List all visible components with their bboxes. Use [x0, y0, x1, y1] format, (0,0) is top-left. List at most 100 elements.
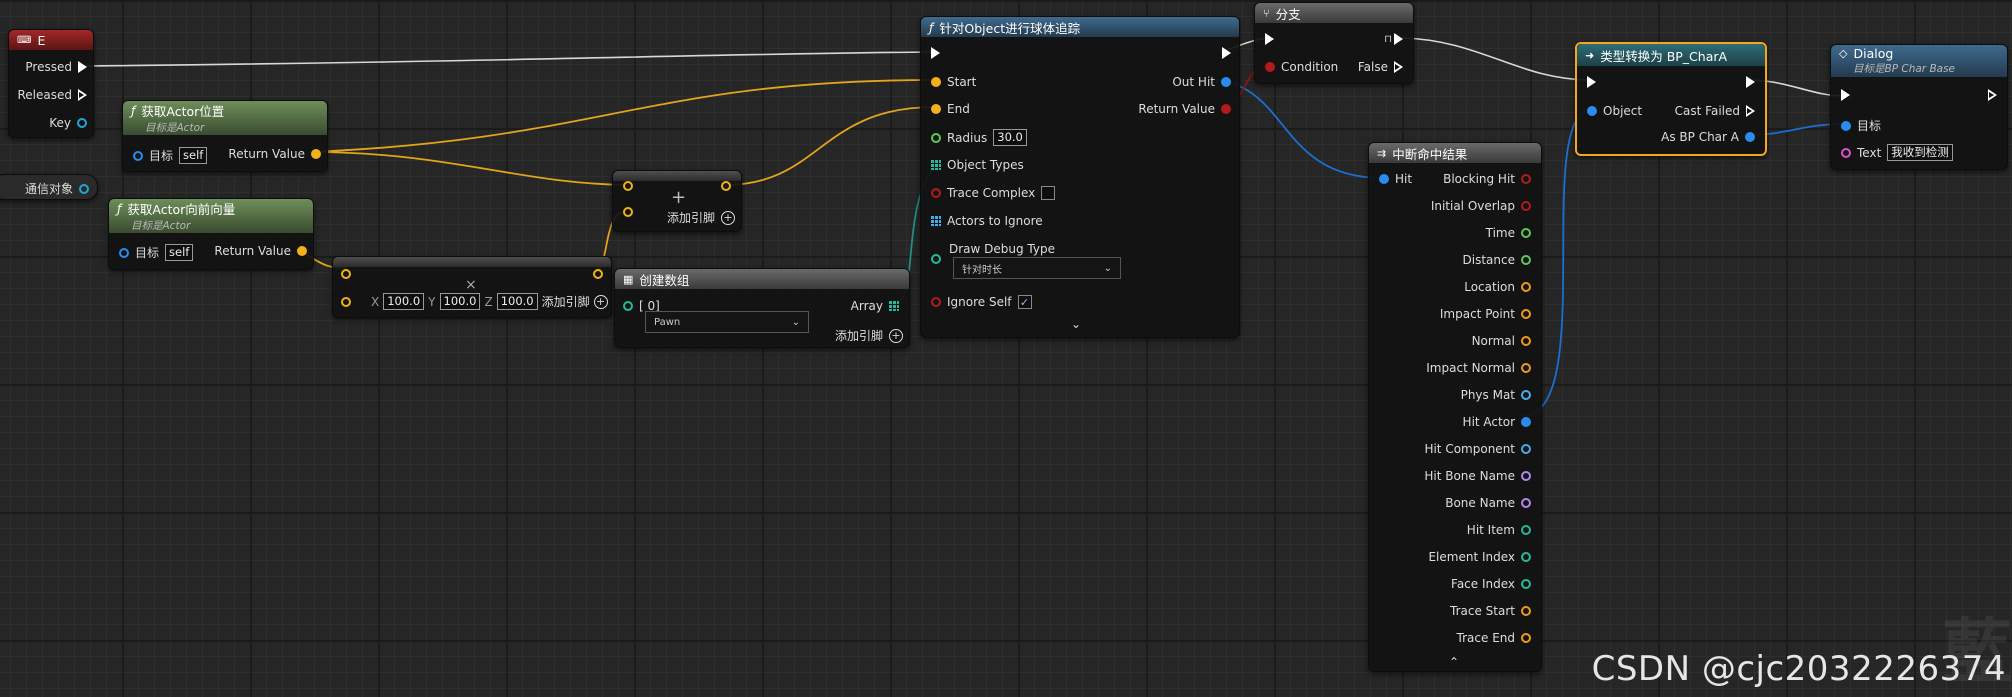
output-pin-icon[interactable]	[1521, 579, 1531, 589]
object-pin-icon[interactable]	[133, 150, 143, 161]
pin-trace-start[interactable]: Trace Start	[1450, 604, 1531, 618]
add-pin-button[interactable]: + 添加引脚	[835, 327, 903, 344]
float-pin-icon[interactable]	[931, 132, 941, 143]
pin-out-hit[interactable]: Out Hit	[1172, 75, 1231, 89]
text-value[interactable]: 我收到检测	[1887, 144, 1953, 161]
target-value[interactable]: self	[179, 147, 208, 164]
pin-text[interactable]: Text 我收到检测	[1841, 144, 1953, 161]
object-type-pin-icon[interactable]	[623, 301, 633, 311]
output-pin-icon[interactable]	[1521, 444, 1531, 454]
vector-pin-icon[interactable]	[623, 181, 633, 191]
pin-a[interactable]	[341, 269, 351, 279]
pin-array[interactable]: Array	[851, 299, 899, 313]
object-type-dropdown[interactable]: Pawn ⌄	[645, 311, 809, 333]
pin-hit-component[interactable]: Hit Component	[1424, 442, 1531, 456]
x-value[interactable]: 100.0	[383, 293, 425, 310]
object-pin-icon[interactable]	[1587, 106, 1597, 116]
vector-pin-icon[interactable]	[931, 77, 941, 87]
pin-trace-complex[interactable]: Trace Complex	[931, 186, 1056, 200]
vector-pin-icon[interactable]	[721, 181, 731, 191]
struct-pin-icon[interactable]	[1221, 77, 1231, 87]
pin-bone-name[interactable]: Bone Name	[1445, 496, 1531, 510]
pin-key[interactable]: Key	[49, 116, 87, 130]
exec-pin-icon[interactable]	[78, 89, 87, 101]
pin-actors-to-ignore[interactable]: Actors to Ignore	[931, 214, 1043, 228]
target-value[interactable]: self	[165, 244, 194, 261]
vector-pin-icon[interactable]	[341, 269, 351, 279]
pin-cast-failed[interactable]: Cast Failed	[1675, 104, 1755, 118]
pin-normal[interactable]: Normal	[1472, 334, 1531, 348]
exec-pin-icon[interactable]	[78, 61, 87, 73]
pin-a[interactable]	[623, 181, 633, 191]
object-pin-icon[interactable]	[119, 247, 129, 258]
pin-exec-out[interactable]	[1988, 89, 1997, 101]
radius-value[interactable]: 30.0	[993, 129, 1027, 146]
pin-face-index[interactable]: Face Index	[1451, 577, 1531, 591]
output-pin-icon[interactable]	[1521, 336, 1531, 346]
exec-pin-icon[interactable]	[931, 47, 940, 59]
add-pin-label[interactable]: 添加引脚	[542, 293, 590, 310]
pin-target[interactable]: 目标	[1841, 117, 1881, 134]
bool-pin-icon[interactable]	[1221, 104, 1231, 114]
array-pin-icon[interactable]	[931, 216, 941, 226]
draw-debug-dropdown[interactable]: 针对时长 ⌄	[953, 257, 1121, 279]
pin-target[interactable]: 目标 self	[133, 147, 208, 164]
array-pin-icon[interactable]	[931, 160, 941, 170]
vector-pin-icon[interactable]	[931, 104, 941, 114]
cast-to-bp-chara-node[interactable]: ➜ 类型转换为 BP_CharA Object Cast Failed As BP…	[1575, 42, 1767, 156]
pin-hit-bone-name[interactable]: Hit Bone Name	[1424, 469, 1531, 483]
pin-impact-normal[interactable]: Impact Normal	[1426, 361, 1531, 375]
pin-b[interactable]: X 100.0 Y 100.0 Z 100.0 添加引脚 +	[341, 293, 608, 310]
pin-return-value[interactable]: Return Value	[1138, 102, 1231, 116]
pin-result[interactable]	[721, 181, 731, 191]
enum-pin-icon[interactable]	[931, 254, 941, 264]
dialog-node[interactable]: ◇ Dialog 目标是BP Char Base 目标 Text 我收到检测	[1830, 44, 2008, 170]
pin-end[interactable]: End	[931, 102, 970, 116]
pin-exec-in[interactable]	[1265, 33, 1274, 45]
break-hit-result-node[interactable]: ⇉ 中断命中结果 Hit Blocking Hit Initial Overlap T…	[1368, 142, 1542, 672]
pin-return-value[interactable]: Return Value	[214, 244, 307, 258]
pin-exec-out[interactable]	[1746, 76, 1755, 88]
output-pin-icon[interactable]	[1521, 201, 1531, 211]
add-circle-icon[interactable]: +	[889, 328, 903, 343]
exec-pin-icon[interactable]	[1265, 33, 1274, 45]
vector-pin-icon[interactable]	[341, 296, 351, 307]
vector-pin-icon[interactable]	[593, 269, 603, 279]
pin-ignore-self[interactable]: Ignore Self ✓	[931, 295, 1032, 309]
ignore-self-checkbox[interactable]: ✓	[1017, 295, 1032, 309]
add-circle-icon[interactable]: +	[593, 294, 608, 309]
input-key-e-node[interactable]: ⌨ E Pressed Released Key	[8, 29, 94, 138]
pin-false[interactable]: False	[1358, 60, 1403, 74]
vector-pin-icon[interactable]	[297, 246, 307, 256]
exec-pin-icon[interactable]	[1222, 47, 1231, 59]
sphere-trace-node[interactable]: ƒ 针对Object进行球体追踪 Start Out Hit End Return…	[920, 16, 1240, 338]
pin-location[interactable]: Location	[1464, 280, 1531, 294]
output-pin-icon[interactable]	[1521, 255, 1531, 265]
output-pin-icon[interactable]	[1521, 525, 1531, 535]
object-pin-icon[interactable]	[1745, 132, 1755, 142]
pin-radius[interactable]: Radius 30.0	[931, 129, 1027, 146]
vector-pin-icon[interactable]	[311, 149, 321, 159]
pin-object-types[interactable]: Object Types	[931, 158, 1024, 172]
comm-object-node[interactable]: 通信对象	[0, 174, 98, 200]
array-pin-icon[interactable]	[889, 301, 899, 311]
output-pin-icon[interactable]	[1521, 309, 1531, 319]
bool-pin-icon[interactable]	[931, 188, 941, 198]
output-pin-icon[interactable]	[1521, 174, 1531, 184]
exec-pin-icon[interactable]	[1394, 33, 1403, 45]
pin-return-value[interactable]: Return Value	[228, 147, 321, 161]
pin-time[interactable]: Time	[1486, 226, 1531, 240]
exec-pin-icon[interactable]	[1746, 105, 1755, 117]
pin-condition[interactable]: Condition	[1265, 60, 1338, 74]
expand-chevron-icon[interactable]: ⌄	[1071, 317, 1081, 331]
y-value[interactable]: 100.0	[439, 293, 481, 310]
output-pin-icon[interactable]	[1521, 471, 1531, 481]
get-actor-location-node[interactable]: ƒ 获取Actor位置 目标是Actor 目标 self Return Value	[122, 100, 328, 172]
pin-pressed[interactable]: Pressed	[25, 60, 87, 74]
output-pin-icon[interactable]	[1521, 606, 1531, 616]
output-pin-icon[interactable]	[1521, 498, 1531, 508]
pin-blocking-hit[interactable]: Blocking Hit	[1443, 172, 1531, 186]
pin-phys-mat[interactable]: Phys Mat	[1461, 388, 1531, 402]
pin-hit[interactable]: Hit	[1379, 172, 1412, 186]
exec-pin-icon[interactable]	[1394, 61, 1403, 73]
